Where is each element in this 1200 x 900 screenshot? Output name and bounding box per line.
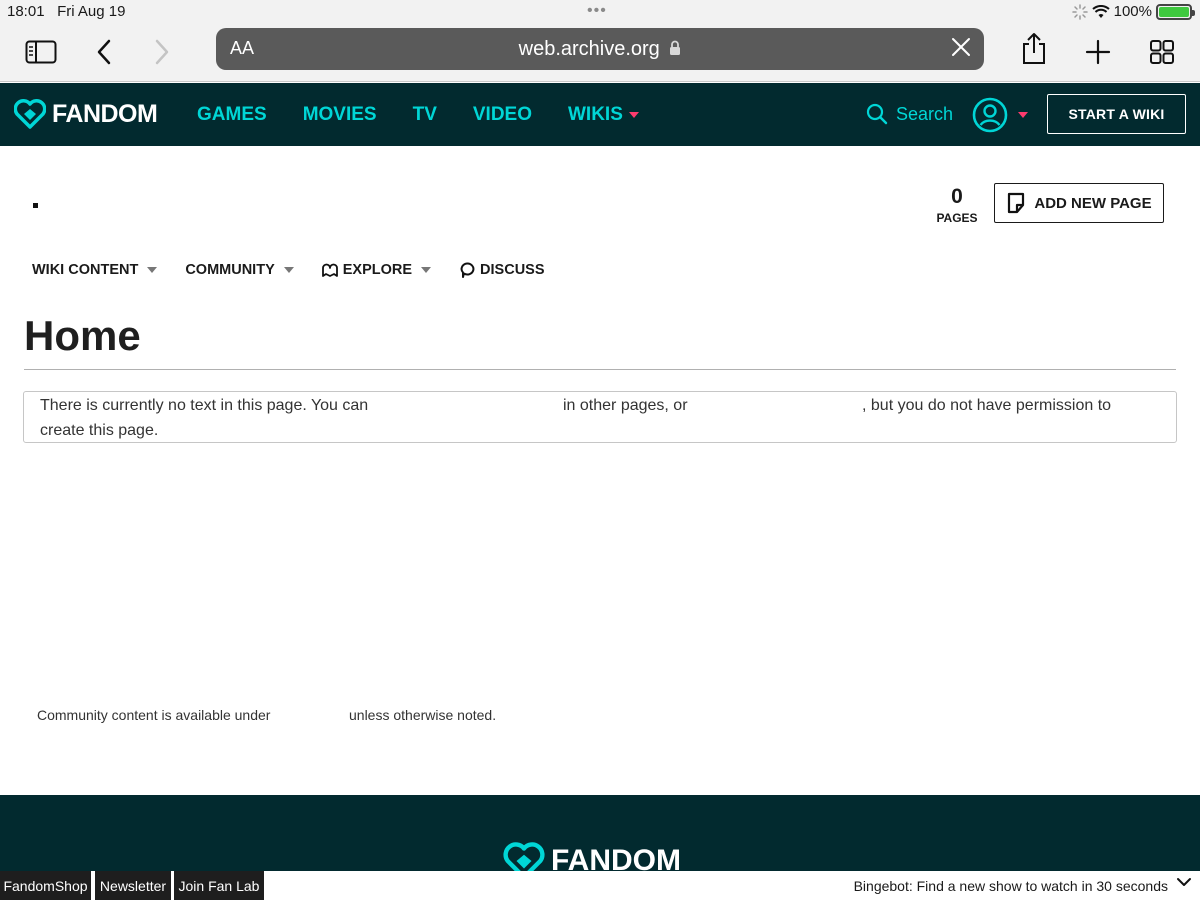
bingebot-toggle[interactable] <box>1176 875 1192 893</box>
explore-icon <box>321 263 338 277</box>
activity-icon <box>1071 3 1088 20</box>
search-icon <box>866 103 888 125</box>
new-tab-button[interactable] <box>1084 34 1112 70</box>
notice-text-2: in other pages, or <box>563 397 688 414</box>
battery-fill <box>1159 6 1189 17</box>
address-bar[interactable]: AA web.archive.org <box>216 28 984 70</box>
license-text-after: unless otherwise noted. <box>349 707 497 723</box>
tab-explore[interactable]: EXPLORE <box>321 262 432 278</box>
forward-icon <box>155 39 169 65</box>
fandom-logo[interactable]: FANDOM <box>14 98 158 130</box>
nav-link-tv[interactable]: TV <box>413 104 437 126</box>
nav-links: GAMES MOVIES TV VIDEO WIKIS <box>197 104 639 126</box>
caret-down-icon <box>283 267 294 273</box>
tab-discuss[interactable]: DISCUSS <box>459 262 545 278</box>
bingebot-link[interactable]: Bingebot: Find a new show to watch in 30… <box>854 878 1168 894</box>
license-text-before: Community content is available under <box>37 707 271 723</box>
url-text[interactable]: web.archive.org <box>216 38 984 61</box>
tab-wiki-content[interactable]: WIKI CONTENT <box>32 262 158 278</box>
browser-toolbar: AA web.archive.org <box>0 24 1200 82</box>
sidebar-button[interactable] <box>24 34 58 70</box>
nav-link-video[interactable]: VIDEO <box>473 104 532 126</box>
notice-text-3: , but you do not have permission to <box>862 397 1112 414</box>
tab-community[interactable]: COMMUNITY <box>185 262 294 278</box>
caret-down-icon <box>1018 112 1028 118</box>
search-button[interactable]: Search <box>866 103 953 125</box>
wifi-icon <box>1091 4 1110 18</box>
start-a-wiki-button[interactable]: START A WIKI <box>1047 94 1186 134</box>
bottom-bar: FandomShop Newsletter Join Fan Lab Binge… <box>0 871 1200 900</box>
battery-icon <box>1156 3 1195 20</box>
footer-fandom-logo[interactable]: FANDOM <box>503 841 681 871</box>
discuss-icon <box>460 262 475 278</box>
share-icon <box>1023 33 1045 64</box>
back-button[interactable] <box>92 34 116 70</box>
wiki-local-nav: WIKI CONTENT COMMUNITY EXPLORE DISCUSS <box>32 262 545 278</box>
fandom-heart-icon <box>14 99 46 129</box>
status-bar: 18:01 Fri Aug 19 ••• 100% <box>0 0 1200 24</box>
no-text-notice: There is currently no text in this page.… <box>23 391 1177 443</box>
forward-button[interactable] <box>150 34 174 70</box>
nav-link-movies[interactable]: MOVIES <box>303 104 377 126</box>
wiki-name[interactable]: . <box>33 203 38 208</box>
title-divider <box>24 369 1176 370</box>
caret-down-icon <box>421 267 432 273</box>
fandomshop-button[interactable]: FandomShop <box>0 871 91 900</box>
multitasking-dots[interactable]: ••• <box>587 2 607 20</box>
notice-text-1: There is currently no text in this page.… <box>40 397 369 414</box>
join-fan-lab-button[interactable]: Join Fan Lab <box>174 871 264 900</box>
page-title: Home <box>24 312 141 359</box>
fandom-global-nav: FANDOM GAMES MOVIES TV VIDEO WIKIS Searc… <box>0 83 1200 146</box>
user-menu[interactable] <box>972 97 1028 133</box>
tabs-overview-icon <box>1150 40 1174 64</box>
clear-url-button[interactable] <box>950 36 972 63</box>
user-avatar-icon <box>972 97 1008 133</box>
new-tab-icon <box>1085 39 1111 65</box>
sidebar-icon <box>25 40 57 64</box>
battery-percent: 100% <box>1113 3 1152 20</box>
status-time: 18:01 Fri Aug 19 <box>7 3 126 20</box>
global-footer: FANDOM <box>0 795 1200 871</box>
clear-icon <box>952 38 970 56</box>
status-indicators: 100% <box>1071 3 1195 20</box>
caret-down-icon <box>628 112 639 118</box>
tabs-overview-button[interactable] <box>1148 34 1176 70</box>
nav-link-wikis[interactable]: WIKIS <box>568 104 639 126</box>
add-new-page-button[interactable]: ADD NEW PAGE <box>994 183 1164 223</box>
notice-text-4: create this page. <box>40 422 159 439</box>
caret-down-icon <box>147 267 158 273</box>
lock-icon <box>670 40 681 55</box>
newsletter-button[interactable]: Newsletter <box>95 871 171 900</box>
new-page-icon <box>1008 192 1025 214</box>
share-button[interactable] <box>1020 30 1048 66</box>
back-icon <box>97 39 111 65</box>
fandom-heart-icon <box>503 842 545 871</box>
chevron-down-icon <box>1177 878 1191 886</box>
page-count: 0 PAGES <box>936 185 978 225</box>
nav-link-games[interactable]: GAMES <box>197 104 267 126</box>
